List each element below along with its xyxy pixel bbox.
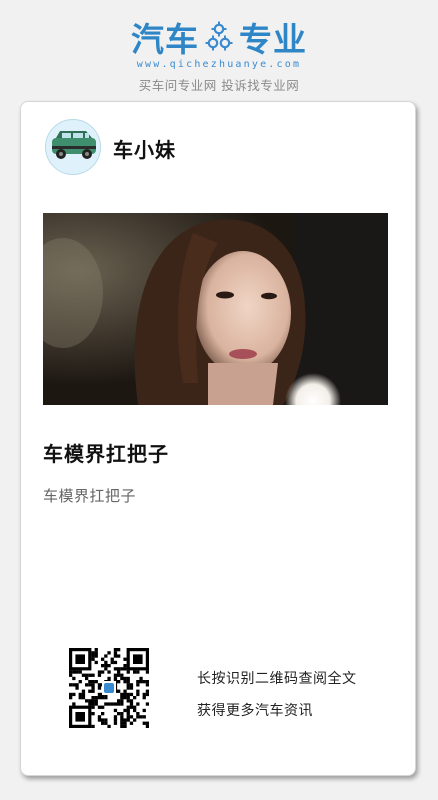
brand-logo: 汽车 专业 [0,16,438,59]
brand-slogan: 买车问专业网 投诉找专业网 [138,78,300,93]
author-name: 车小妹 [113,138,176,162]
article-card[interactable]: 车小妹 车模界扛把子 车模界扛把子 长按识别二维码查阅全文 获得更多汽车资讯 [20,101,416,776]
share-poster: 汽车 专业 www.qichezhuanye.com 买车问专业网 投诉找专业网… [0,0,438,800]
avatar[interactable] [45,119,101,175]
article-summary: 车模界扛把子 [43,487,137,505]
gear-icon [205,20,233,54]
brand-word-left: 汽车 [131,20,199,59]
brand-word-right: 专业 [239,20,307,59]
article-title: 车模界扛把子 [43,442,169,466]
brand-header: 汽车 专业 www.qichezhuanye.com 买车问专业网 投诉找专业网 [0,16,438,94]
brand-url: www.qichezhuanye.com [136,59,302,70]
qr-hint: 长按识别二维码查阅全文 获得更多汽车资讯 [197,663,357,727]
qr-code[interactable] [69,648,150,729]
car-icon [52,131,96,159]
qr-hint-line2: 获得更多汽车资讯 [197,703,313,719]
cover-image[interactable] [43,213,388,405]
qr-hint-line1: 长按识别二维码查阅全文 [197,671,357,687]
qr-code-icon [69,648,150,729]
